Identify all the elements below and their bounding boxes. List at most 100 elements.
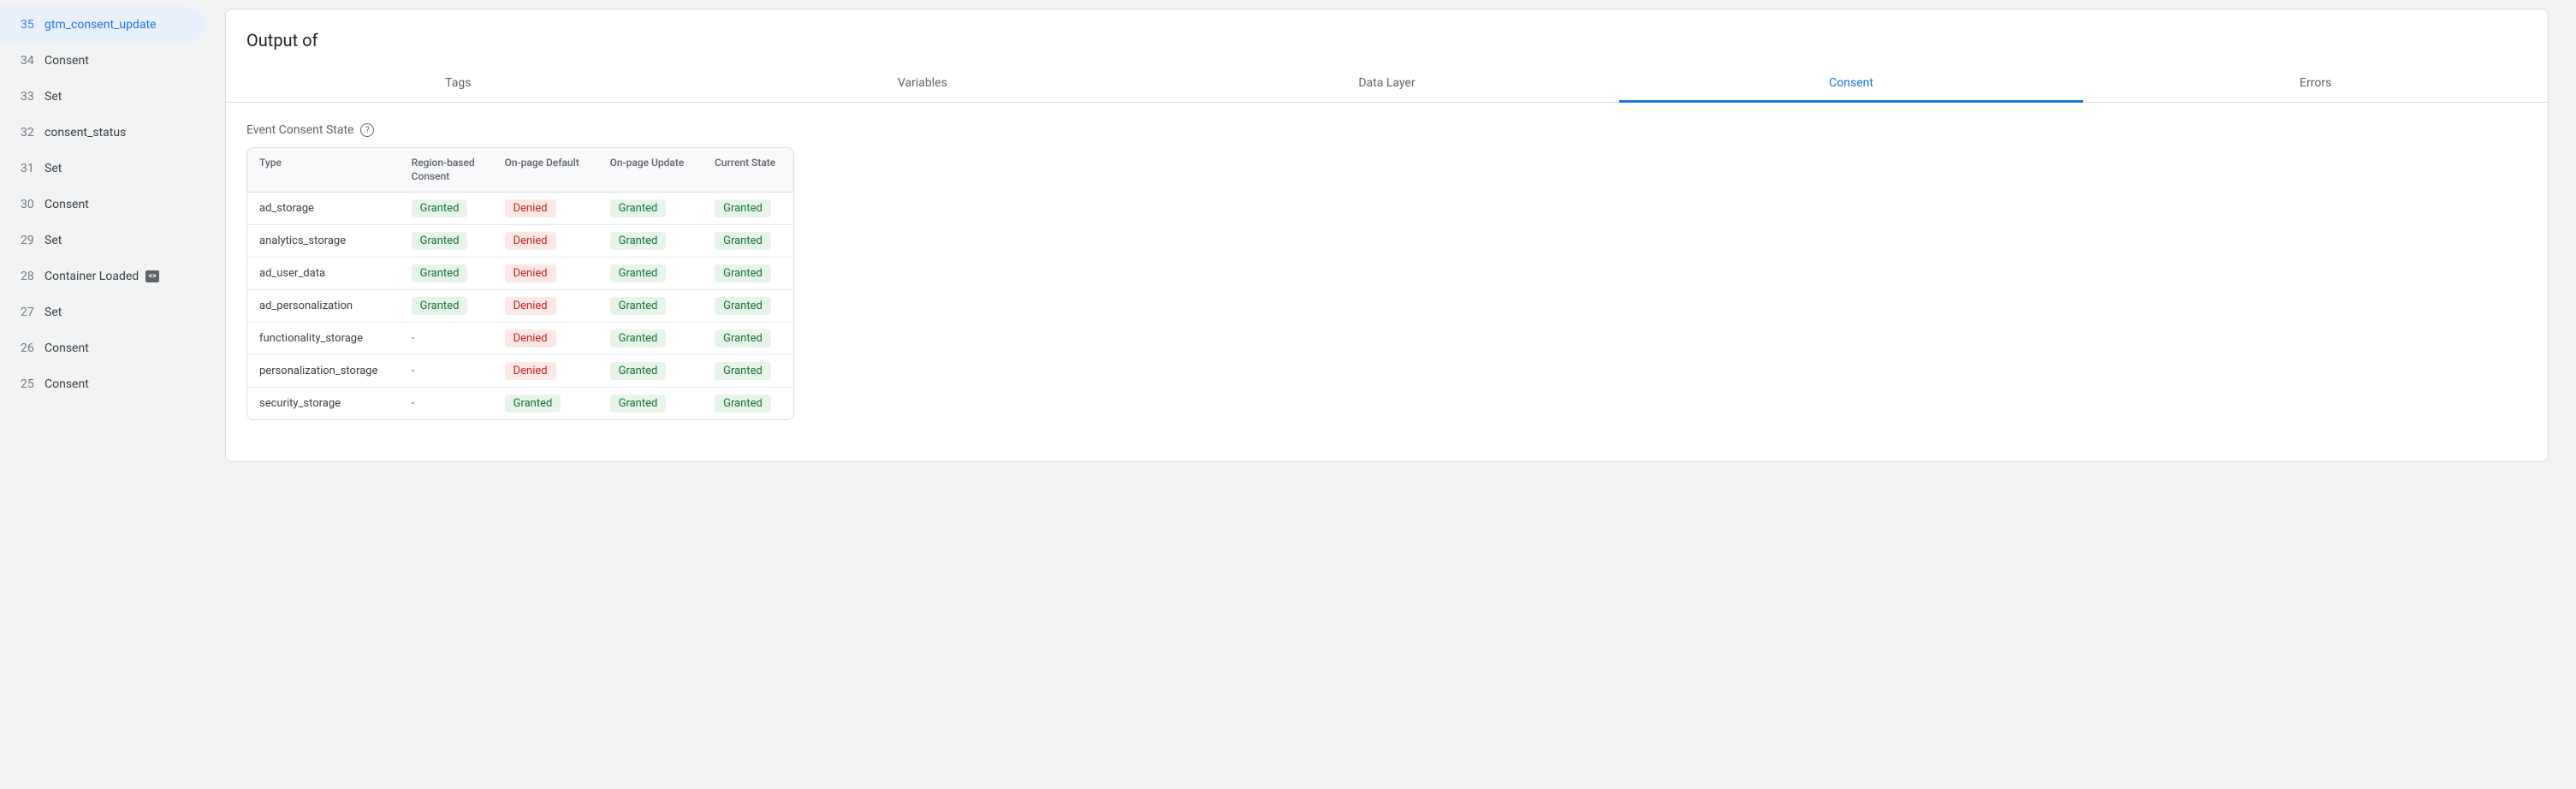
sidebar-item-label: Consent — [45, 198, 89, 211]
granted-badge: Granted — [715, 232, 771, 250]
help-icon[interactable]: ? — [360, 123, 374, 137]
consent-value-cell: Granted — [598, 388, 703, 420]
granted-badge: Granted — [610, 264, 667, 282]
consent-type-cell: ad_personalization — [247, 290, 400, 323]
consent-type-cell: personalization_storage — [247, 355, 400, 388]
consent-value-cell: Granted — [703, 290, 793, 323]
tab-tags[interactable]: Tags — [226, 64, 691, 102]
sidebar-item-30[interactable]: 30Consent — [0, 187, 205, 222]
table-header: On-page Update — [598, 148, 703, 193]
consent-value-cell: Denied — [493, 355, 598, 388]
consent-value-cell: Granted — [703, 355, 793, 388]
code-icon: <> — [145, 270, 159, 282]
consent-type-cell: ad_user_data — [247, 258, 400, 290]
granted-badge: Granted — [412, 199, 468, 217]
consent-value-cell: Denied — [493, 323, 598, 355]
dash-value: - — [412, 332, 415, 345]
consent-value-cell: Granted — [400, 225, 493, 258]
consent-value-cell: Granted — [598, 258, 703, 290]
consent-value-cell: Denied — [493, 290, 598, 323]
consent-value-cell: Granted — [598, 355, 703, 388]
panel-tabs: TagsVariablesData LayerConsentErrors — [226, 64, 2548, 103]
tab-errors[interactable]: Errors — [2083, 64, 2548, 102]
consent-value-cell: Granted — [400, 193, 493, 225]
consent-value-cell: Granted — [703, 388, 793, 420]
sidebar-item-33[interactable]: 33Set — [0, 79, 205, 115]
sidebar-item-28[interactable]: 28Container Loaded <> — [0, 258, 205, 294]
sidebar-item-label: consent_status — [45, 126, 126, 139]
consent-value-cell: Denied — [493, 258, 598, 290]
granted-badge: Granted — [610, 394, 667, 412]
granted-badge: Granted — [412, 297, 468, 315]
sidebar-item-label: Set — [45, 306, 62, 319]
tab-consent[interactable]: Consent — [1619, 64, 2084, 102]
consent-value-cell: Granted — [703, 258, 793, 290]
table-header: Region-basedConsent — [400, 148, 493, 193]
sidebar-item-26[interactable]: 26Consent — [0, 330, 205, 366]
main-content: Output of TagsVariablesData LayerConsent… — [211, 0, 2562, 789]
dash-value: - — [412, 365, 415, 377]
sidebar-item-label: Consent — [45, 54, 89, 68]
sidebar-item-number: 32 — [21, 126, 45, 139]
consent-type-cell: analytics_storage — [247, 225, 400, 258]
tab-variables[interactable]: Variables — [691, 64, 1155, 102]
section-header: Event Consent State ? — [246, 123, 2527, 137]
sidebar-item-29[interactable]: 29Set — [0, 222, 205, 258]
table-row: analytics_storage Granted Denied Granted Gra… — [247, 225, 793, 258]
consent-value-cell: Granted — [598, 323, 703, 355]
sidebar-item-34[interactable]: 34Consent — [0, 43, 205, 79]
table-header: On-page Default — [493, 148, 598, 193]
sidebar-item-number: 28 — [21, 270, 45, 283]
consent-type-cell: security_storage — [247, 388, 400, 420]
dash-value: - — [412, 397, 415, 410]
consent-value-cell: Granted — [598, 193, 703, 225]
consent-value-cell: Denied — [493, 225, 598, 258]
granted-badge: Granted — [610, 329, 667, 347]
sidebar-item-label: Container Loaded — [45, 270, 139, 283]
consent-value-cell: Denied — [493, 193, 598, 225]
table-row: ad_personalizationGrantedDeniedGrantedGr… — [247, 290, 793, 323]
sidebar-item-25[interactable]: 25Consent — [0, 366, 205, 402]
granted-badge: Granted — [715, 362, 771, 380]
granted-badge: Granted — [715, 264, 771, 282]
denied-badge: Denied — [505, 264, 556, 282]
consent-table: TypeRegion-basedConsentOn-page DefaultOn… — [247, 148, 793, 419]
sidebar-item-number: 29 — [21, 234, 45, 247]
consent-type-cell: functionality_storage — [247, 323, 400, 355]
granted-badge: Granted — [715, 199, 771, 217]
table-row: personalization_storage- Denied Granted Gra… — [247, 355, 793, 388]
consent-value-cell: Granted — [400, 290, 493, 323]
granted-badge: Granted — [610, 362, 667, 380]
table-row: security_storage- Granted Granted Granted — [247, 388, 793, 420]
sidebar-item-number: 34 — [21, 54, 45, 68]
granted-badge: Granted — [715, 329, 771, 347]
output-panel: Output of TagsVariablesData LayerConsent… — [225, 9, 2549, 462]
event-sidebar: 35gtm_consent_update34Consent33Set32cons… — [0, 0, 211, 789]
granted-badge: Granted — [610, 232, 667, 250]
sidebar-item-number: 27 — [21, 306, 45, 319]
sidebar-item-32[interactable]: 32consent_status — [0, 115, 205, 151]
denied-badge: Denied — [505, 297, 556, 315]
consent-value-cell: - — [400, 355, 493, 388]
granted-badge: Granted — [610, 199, 667, 217]
tab-data-layer[interactable]: Data Layer — [1154, 64, 1619, 102]
sidebar-item-number: 31 — [21, 162, 45, 175]
granted-badge: Granted — [505, 394, 561, 412]
sidebar-item-number: 33 — [21, 90, 45, 104]
sidebar-item-35[interactable]: 35gtm_consent_update — [0, 7, 205, 43]
consent-value-cell: Granted — [703, 323, 793, 355]
consent-table-wrap: TypeRegion-basedConsentOn-page DefaultOn… — [246, 147, 794, 420]
sidebar-item-31[interactable]: 31Set — [0, 151, 205, 187]
sidebar-item-label: gtm_consent_update — [45, 18, 156, 32]
section-title: Event Consent State — [246, 123, 353, 137]
granted-badge: Granted — [412, 264, 468, 282]
consent-section: Event Consent State ? TypeRegion-basedCo… — [226, 103, 2548, 441]
sidebar-item-number: 30 — [21, 198, 45, 211]
consent-value-cell: Granted — [703, 225, 793, 258]
table-header: Type — [247, 148, 400, 193]
granted-badge: Granted — [412, 232, 468, 250]
sidebar-item-27[interactable]: 27Set — [0, 294, 205, 330]
right-gutter — [2562, 0, 2576, 789]
sidebar-item-number: 26 — [21, 341, 45, 355]
consent-type-cell: ad_storage — [247, 193, 400, 225]
